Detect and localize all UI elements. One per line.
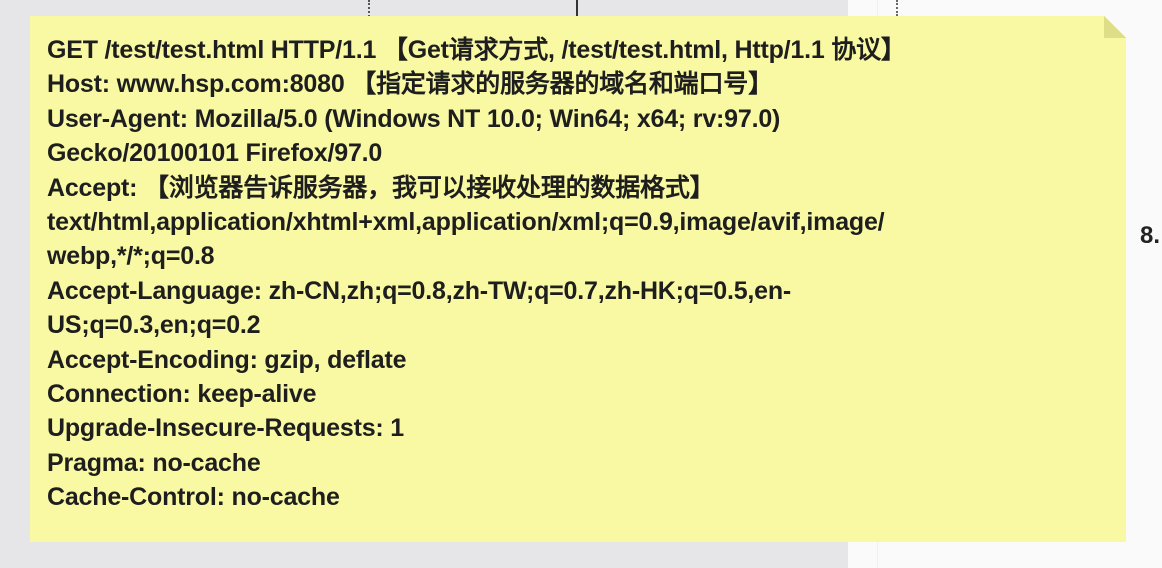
header-user-agent-cont: Gecko/20100101 Firefox/97.0	[47, 139, 383, 168]
request-line: GET /test/test.html HTTP/1.1 【Get请求方式, /…	[47, 36, 906, 64]
header-accept-value-cont: webp,*/*;q=0.8	[47, 242, 215, 271]
lifeline-dotted-right	[896, 0, 898, 16]
side-step-label: 8.	[1140, 222, 1161, 249]
header-cache-control: Cache-Control: no-cache	[47, 483, 340, 512]
header-user-agent: User-Agent: Mozilla/5.0 (Windows NT 10.0…	[47, 104, 781, 133]
header-pragma: Pragma: no-cache	[47, 448, 261, 477]
header-accept-language-cont: US;q=0.3,en;q=0.2	[47, 311, 261, 340]
header-accept-encoding: Accept-Encoding: gzip, deflate	[47, 345, 407, 374]
header-upgrade-insecure: Upgrade-Insecure-Requests: 1	[47, 414, 404, 443]
header-accept: Accept: 【浏览器告诉服务器，我可以接收处理的数据格式】	[47, 173, 715, 202]
header-accept-language: Accept-Language: zh-CN,zh;q=0.8,zh-TW;q=…	[47, 276, 792, 305]
header-host: Host: www.hsp.com:8080 【指定请求的服务器的域名和端口号】	[47, 70, 773, 99]
header-accept-value: text/html,application/xhtml+xml,applicat…	[47, 208, 885, 237]
http-request-text: GET /test/test.html HTTP/1.1 【Get请求方式, /…	[47, 33, 1122, 515]
header-connection: Connection: keep-alive	[47, 380, 317, 409]
